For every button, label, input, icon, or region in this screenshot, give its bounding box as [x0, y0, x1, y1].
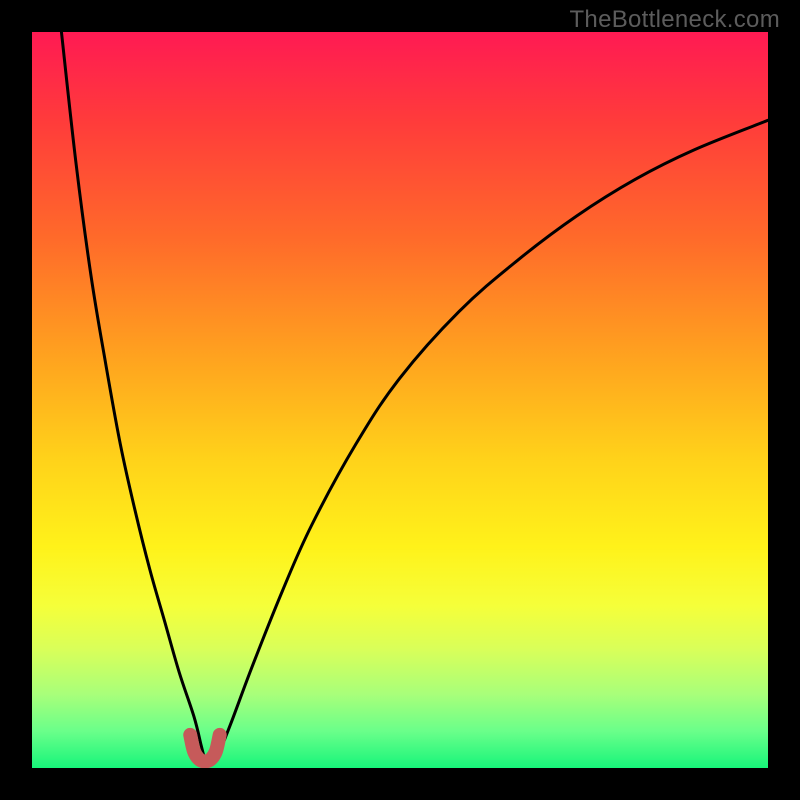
- curve-layer: [32, 32, 768, 768]
- plot-area: [32, 32, 768, 768]
- bottom-marker: [190, 735, 219, 761]
- left-curve: [61, 32, 205, 761]
- watermark-text: TheBottleneck.com: [569, 6, 780, 34]
- right-curve: [216, 120, 768, 760]
- chart-frame: TheBottleneck.com: [0, 0, 800, 800]
